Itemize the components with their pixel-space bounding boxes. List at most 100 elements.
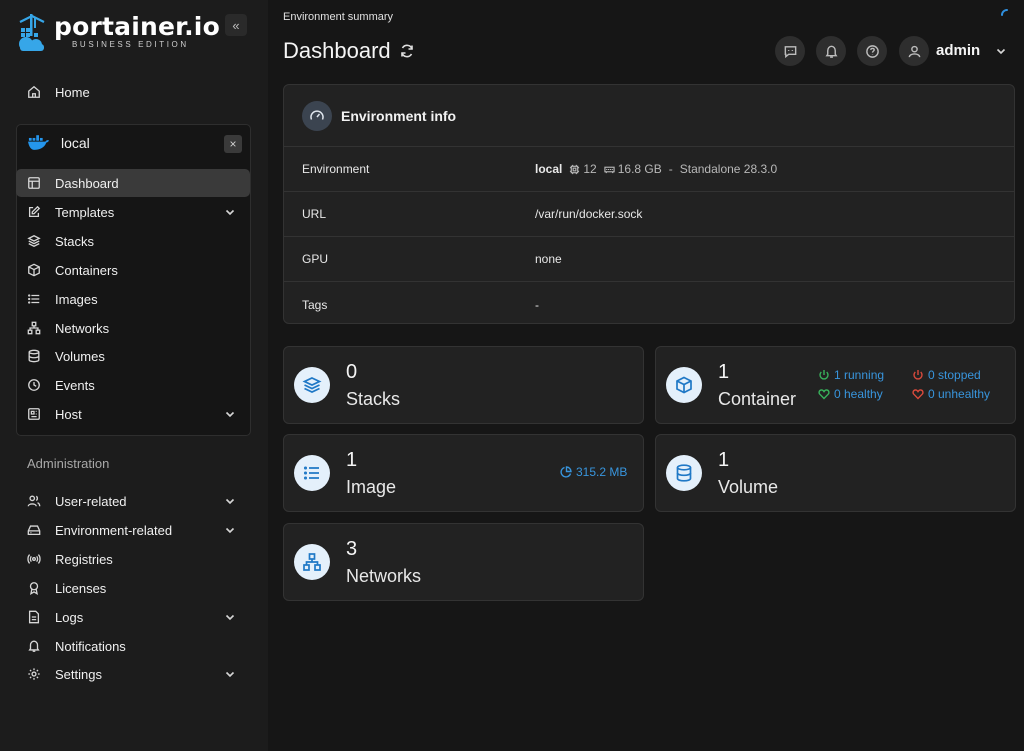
memory-icon — [604, 166, 615, 173]
info-value: /var/run/docker.sock — [535, 207, 643, 221]
sidebar-item-label: Containers — [55, 262, 118, 278]
sidebar-item-label: Events — [55, 377, 95, 393]
portainer-logo[interactable]: portainer.io BUSINESS EDITION — [16, 14, 220, 54]
sidebar-item-volumes[interactable]: Volumes — [16, 342, 250, 370]
file-text-icon — [28, 610, 40, 624]
info-value: none — [535, 252, 562, 266]
sidebar-item-environment-related[interactable]: Environment-related — [16, 516, 250, 544]
power-icon — [819, 370, 829, 380]
running-status[interactable]: 1 running — [818, 368, 884, 382]
sidebar-item-events[interactable]: Events — [16, 371, 250, 399]
separator: - — [668, 162, 673, 176]
sidebar-item-images[interactable]: Images — [16, 285, 250, 313]
environment-info-title: Environment info — [341, 107, 457, 124]
help-button[interactable] — [857, 36, 887, 66]
info-key: GPU — [302, 252, 329, 266]
chevron-down-icon — [225, 671, 235, 678]
award-icon — [29, 582, 39, 595]
list-icon — [28, 294, 40, 304]
chevron-down-icon — [225, 498, 235, 505]
collapse-sidebar-button[interactable]: « — [225, 14, 247, 36]
environment-type: Standalone 28.3.0 — [679, 162, 778, 176]
stopped-status[interactable]: 0 stopped — [912, 368, 981, 382]
chevron-down-icon — [225, 209, 235, 216]
unhealthy-status[interactable]: 0 unhealthy — [912, 387, 990, 401]
sidebar-item-templates[interactable]: Templates — [16, 198, 250, 226]
networks-count: 3 — [346, 538, 358, 560]
environment-name-value: local — [535, 162, 563, 176]
power-icon — [913, 370, 923, 380]
page-title: Dashboard — [283, 38, 415, 64]
sidebar-item-notifications[interactable]: Notifications — [16, 632, 250, 660]
containers-badge — [666, 367, 702, 403]
networks-label: Networks — [346, 566, 422, 586]
networks-badge — [294, 544, 330, 580]
radio-icon — [27, 554, 41, 564]
healthy-count: 0 healthy — [834, 387, 883, 401]
sidebar-item-networks[interactable]: Networks — [16, 314, 250, 342]
containers-card[interactable]: 1 Container 1 running 0 stopped 0 health… — [655, 346, 1016, 424]
sidebar-item-host[interactable]: Host — [16, 400, 250, 428]
sidebar-item-licenses[interactable]: Licenses — [16, 574, 250, 602]
environment-info-header: Environment info — [284, 85, 1014, 147]
user-icon — [908, 45, 920, 57]
sidebar-item-home[interactable]: Home — [16, 78, 250, 106]
edit-icon — [28, 205, 41, 218]
sidebar-item-label: Stacks — [55, 233, 95, 249]
notifications-button[interactable] — [816, 36, 846, 66]
info-value: local 12 16.8 GB - Standalone 28.3.0 — [535, 162, 777, 176]
sidebar-item-label: Settings — [55, 666, 102, 682]
sidebar-item-stacks[interactable]: Stacks — [16, 227, 250, 255]
sidebar-item-label: Registries — [55, 551, 113, 567]
stacks-badge — [294, 367, 330, 403]
sidebar-item-label: Notifications — [55, 638, 126, 654]
sidebar-item-dashboard[interactable]: Dashboard — [16, 169, 250, 197]
list-icon — [303, 466, 319, 480]
info-key: Environment — [302, 162, 370, 176]
images-size-value: 315.2 MB — [576, 465, 628, 479]
user-avatar[interactable] — [899, 36, 929, 66]
healthy-status[interactable]: 0 healthy — [818, 387, 883, 401]
gauge-badge — [302, 100, 332, 131]
chevron-down-icon[interactable] — [995, 45, 1007, 57]
clock-icon — [28, 379, 40, 391]
user-menu-name[interactable]: admin — [936, 42, 980, 59]
networks-card[interactable]: 3 Networks — [283, 523, 644, 601]
heart-icon — [818, 389, 830, 400]
sidebar-item-settings[interactable]: Settings — [16, 660, 250, 688]
volumes-count: 1 — [718, 449, 730, 471]
server-icon — [28, 408, 40, 420]
volumes-card[interactable]: 1 Volume — [655, 434, 1016, 512]
info-row-tags: Tags - — [284, 282, 1014, 327]
stacks-card[interactable]: 0 Stacks — [283, 346, 644, 424]
gear-icon — [28, 668, 40, 680]
hard-drive-icon — [27, 525, 41, 536]
users-icon — [27, 495, 41, 507]
chat-button[interactable] — [775, 36, 805, 66]
brand-edition: BUSINESS EDITION — [72, 40, 189, 49]
layout-icon — [28, 177, 40, 189]
images-card[interactable]: 1 Image 315.2 MB — [283, 434, 644, 512]
chevron-down-icon — [225, 411, 235, 418]
stopped-count: 0 stopped — [928, 368, 981, 382]
chevron-down-icon — [225, 614, 235, 621]
loading-spinner-icon — [1001, 9, 1008, 16]
bot-message-icon — [784, 45, 796, 58]
docker-icon — [28, 135, 50, 150]
database-icon — [676, 464, 692, 482]
cpu-icon — [570, 164, 580, 174]
sidebar-item-label: Environment-related — [55, 522, 173, 538]
sidebar-item-registries[interactable]: Registries — [16, 545, 250, 573]
close-environment-button[interactable]: × — [224, 135, 242, 153]
unhealthy-count: 0 unhealthy — [928, 387, 991, 401]
help-circle-icon — [865, 44, 879, 58]
images-label: Image — [346, 477, 397, 497]
refresh-icon[interactable] — [399, 43, 415, 59]
heart-icon — [912, 389, 924, 400]
network-icon — [303, 553, 321, 571]
sidebar-item-label: Logs — [55, 609, 84, 625]
sidebar-item-logs[interactable]: Logs — [16, 603, 250, 631]
sidebar-item-user-related[interactable]: User-related — [16, 487, 250, 515]
environment-info-card: Environment info Environment local 12 16… — [283, 84, 1015, 324]
sidebar-item-containers[interactable]: Containers — [16, 256, 250, 284]
